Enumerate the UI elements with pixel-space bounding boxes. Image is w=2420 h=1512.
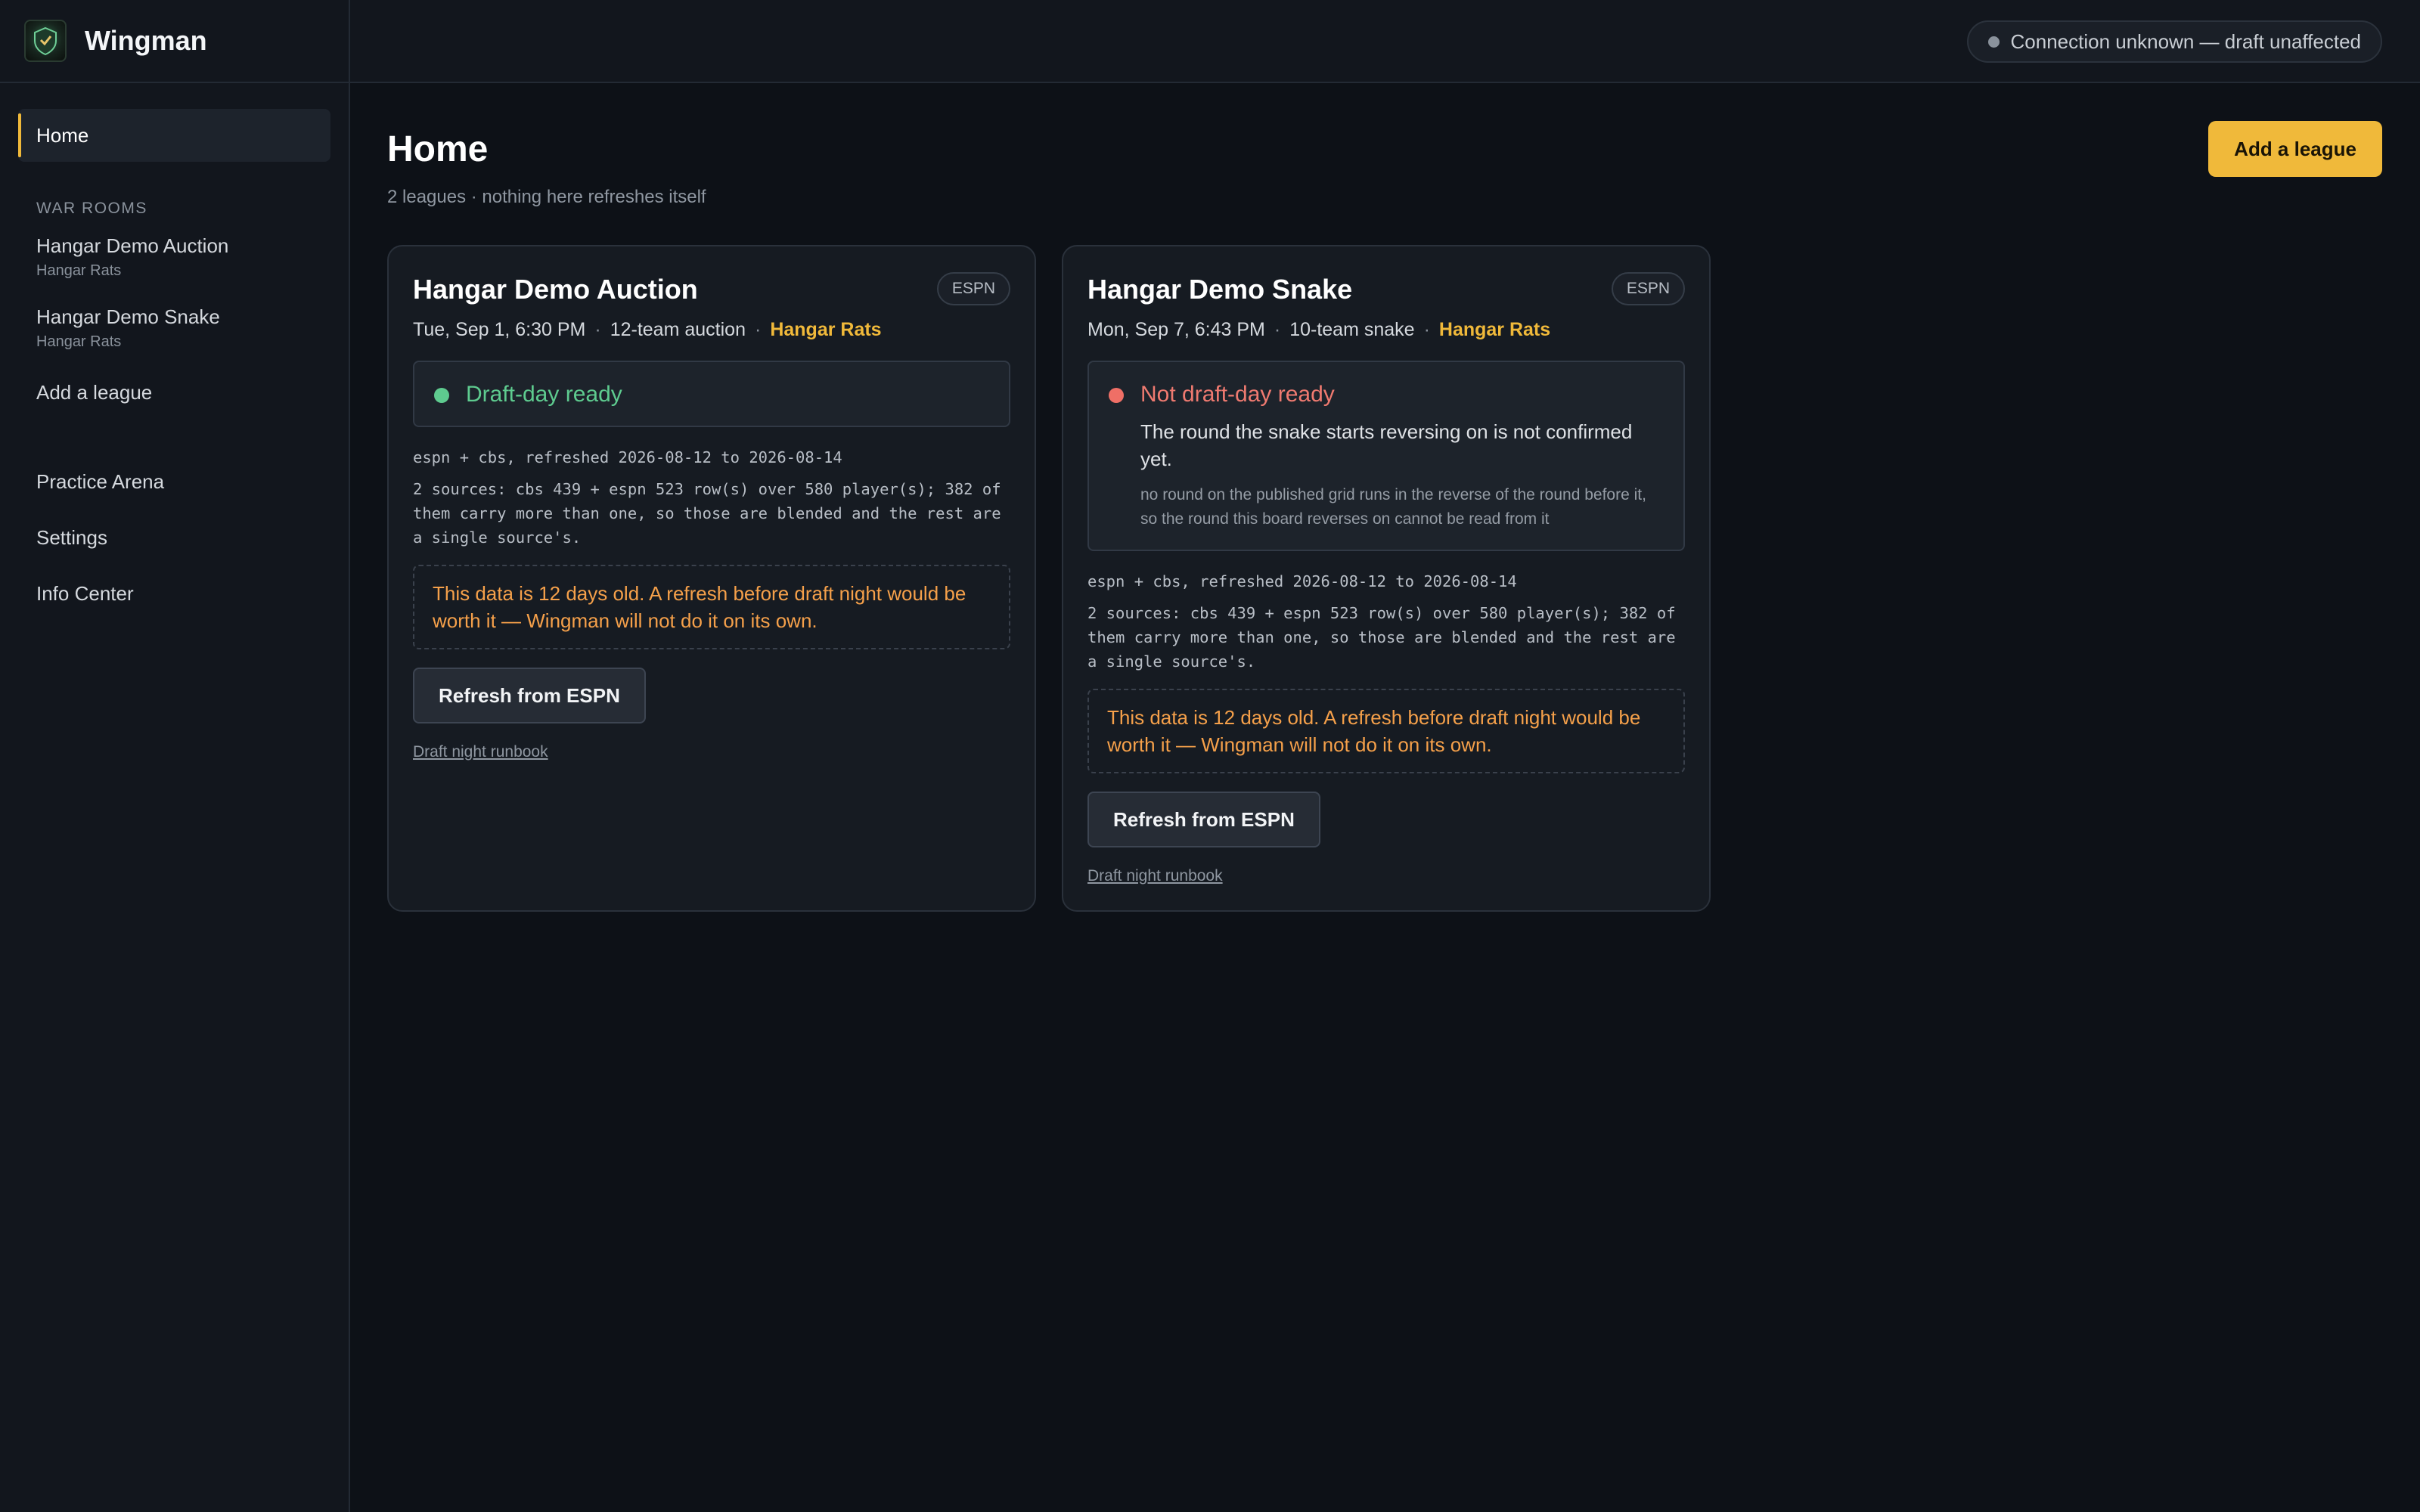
connection-status-pill[interactable]: Connection unknown — draft unaffected bbox=[1966, 20, 2382, 63]
sidebar-item-info-center[interactable]: Info Center bbox=[18, 565, 330, 621]
stale-data-warning: This data is 12 days old. A refresh befo… bbox=[413, 565, 1010, 649]
refresh-from-espn-button[interactable]: Refresh from ESPN bbox=[413, 668, 646, 723]
add-league-button[interactable]: Add a league bbox=[2208, 121, 2382, 177]
shield-logo-icon bbox=[24, 20, 67, 62]
sidebar-item-add-league[interactable]: Add a league bbox=[18, 364, 330, 420]
connection-status-label: Connection unknown — draft unaffected bbox=[2010, 30, 2362, 53]
team-name: Hangar Rats bbox=[770, 319, 882, 340]
status-dot-icon bbox=[1109, 388, 1124, 403]
readiness-status-detail: The round the snake starts reversing on … bbox=[1140, 420, 1633, 470]
league-meta: Tue, Sep 1, 6:30 PM · 12-team auction · Hang… bbox=[413, 319, 882, 340]
war-room-team: Hangar Rats bbox=[36, 333, 122, 350]
sources-info: 2 sources: cbs 439 + espn 523 row(s) ove… bbox=[413, 480, 1001, 547]
sidebar-item-settings[interactable]: Settings bbox=[18, 510, 330, 565]
readiness-status: Draft-day ready bbox=[413, 361, 1010, 427]
draft-night-runbook-link[interactable]: Draft night runbook bbox=[1087, 867, 1685, 885]
draft-date: Mon, Sep 7, 6:43 PM bbox=[1087, 319, 1265, 340]
app-name: Wingman bbox=[85, 25, 207, 56]
top-bar: Connection unknown — draft unaffected bbox=[350, 0, 2420, 83]
page-subtitle: 2 leagues · nothing here refreshes itsel… bbox=[387, 187, 706, 207]
refresh-info: espn + cbs, refreshed 2026-08-12 to 2026… bbox=[413, 448, 842, 466]
sources-info: 2 sources: cbs 439 + espn 523 row(s) ove… bbox=[1087, 604, 1676, 671]
readiness-status-title: Not draft-day ready bbox=[1140, 382, 1335, 407]
draft-date: Tue, Sep 1, 6:30 PM bbox=[413, 319, 586, 340]
readiness-status: Not draft-day ready The round the snake … bbox=[1087, 361, 1685, 551]
war-room-title: Hangar Demo Auction bbox=[36, 234, 229, 257]
connection-status-dot-icon bbox=[1987, 36, 2000, 48]
sidebar-item-home[interactable]: Home bbox=[18, 109, 330, 162]
sidebar-item-practice-arena[interactable]: Practice Arena bbox=[18, 454, 330, 510]
league-format: 12-team auction bbox=[610, 319, 746, 340]
status-dot-icon bbox=[434, 388, 449, 403]
league-card: ESPN Hangar Demo Snake Mon, Sep 7, 6:43 … bbox=[1062, 245, 1711, 912]
war-room-title: Hangar Demo Snake bbox=[36, 305, 220, 328]
stale-data-warning: This data is 12 days old. A refresh befo… bbox=[1087, 689, 1685, 773]
league-card: ESPN Hangar Demo Auction Tue, Sep 1, 6:3… bbox=[387, 245, 1036, 912]
refresh-info: espn + cbs, refreshed 2026-08-12 to 2026… bbox=[1087, 572, 1517, 590]
league-cards: ESPN Hangar Demo Auction Tue, Sep 1, 6:3… bbox=[387, 245, 1711, 912]
readiness-status-title: Draft-day ready bbox=[466, 382, 622, 407]
war-rooms-section-label: WAR ROOMS bbox=[36, 200, 147, 217]
league-format: 10-team snake bbox=[1289, 319, 1415, 340]
refresh-from-espn-button[interactable]: Refresh from ESPN bbox=[1087, 792, 1320, 847]
brand[interactable]: Wingman bbox=[0, 0, 349, 83]
sidebar-nav: Home WAR ROOMS Hangar Demo Auction Hanga… bbox=[0, 83, 349, 621]
draft-night-runbook-link[interactable]: Draft night runbook bbox=[413, 743, 1010, 761]
sidebar-item-hangar-demo-auction[interactable]: Hangar Demo Auction Hangar Rats bbox=[18, 218, 330, 280]
league-meta: Mon, Sep 7, 6:43 PM · 10-team snake · Hangar… bbox=[1087, 319, 1551, 340]
sidebar-item-hangar-demo-snake[interactable]: Hangar Demo Snake Hangar Rats bbox=[18, 280, 330, 351]
league-title[interactable]: Hangar Demo Auction bbox=[413, 274, 1010, 305]
sidebar: Wingman Home WAR ROOMS Hangar Demo Aucti… bbox=[0, 0, 350, 1512]
provider-badge: ESPN bbox=[936, 272, 1010, 305]
league-title[interactable]: Hangar Demo Snake bbox=[1087, 274, 1685, 305]
page-title: Home bbox=[387, 129, 489, 169]
team-name: Hangar Rats bbox=[1438, 319, 1551, 340]
readiness-status-note: no round on the published grid runs in t… bbox=[1140, 486, 1646, 528]
war-room-team: Hangar Rats bbox=[36, 262, 122, 279]
provider-badge: ESPN bbox=[1611, 272, 1685, 305]
main-content: Home 2 leagues · nothing here refreshes … bbox=[387, 121, 2382, 912]
